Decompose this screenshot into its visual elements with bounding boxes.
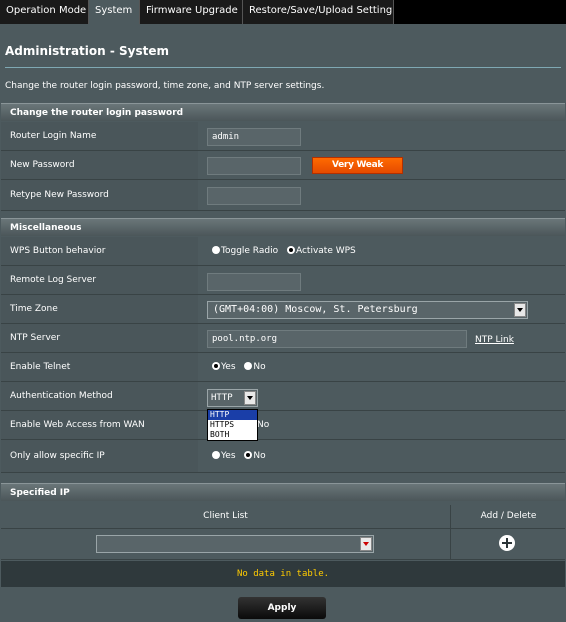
tab-system[interactable]: System xyxy=(89,0,140,24)
row-timezone: Time Zone (GMT+04:00) Moscow, St. Peters… xyxy=(1,295,565,324)
row-wan-access: Enable Web Access from WAN No xyxy=(1,411,565,440)
auth-option-both[interactable]: BOTH xyxy=(208,430,257,440)
ntp-link[interactable]: NTP Link xyxy=(475,335,514,345)
specific-ip-label: Only allow specific IP xyxy=(1,440,198,472)
add-icon[interactable] xyxy=(499,535,515,551)
specific-ip-radio-group: Yes No xyxy=(212,440,272,472)
specific-ip-no-label: No xyxy=(253,451,266,461)
telnet-no-radio[interactable] xyxy=(244,362,253,370)
remote-log-label: Remote Log Server xyxy=(1,266,198,294)
page-title: Administration - System xyxy=(5,44,170,58)
ntp-label: NTP Server xyxy=(1,324,198,352)
tab-firmware-upgrade[interactable]: Firmware Upgrade xyxy=(140,0,243,24)
col-add-delete: Add / Delete xyxy=(480,511,537,521)
tab-bar: Operation Mode System Firmware Upgrade R… xyxy=(0,0,566,24)
login-name-label: Router Login Name xyxy=(1,122,198,150)
chevron-down-icon xyxy=(244,391,256,405)
telnet-label: Enable Telnet xyxy=(1,353,198,381)
telnet-yes-label: Yes xyxy=(221,362,236,372)
wps-activate-radio[interactable] xyxy=(286,246,295,254)
auth-option-http[interactable]: HTTP xyxy=(208,410,257,420)
apply-button[interactable]: Apply xyxy=(238,597,326,619)
wps-toggle-label: Toggle Radio xyxy=(221,246,279,256)
row-retype-password: Retype New Password xyxy=(1,180,565,211)
col-client-list: Client List xyxy=(1,505,451,528)
retype-password-input[interactable] xyxy=(207,187,301,205)
wan-access-no-label: No xyxy=(257,420,270,430)
row-new-password: New Password Very Weak xyxy=(1,151,565,180)
retype-password-label: Retype New Password xyxy=(1,180,198,210)
auth-option-https[interactable]: HTTPS xyxy=(208,420,257,430)
client-input-row xyxy=(1,529,565,560)
specific-ip-no-radio[interactable] xyxy=(244,451,253,459)
client-table-header: Client List Add / Delete xyxy=(1,505,565,529)
client-list-select[interactable] xyxy=(96,535,374,553)
section-header-misc: Miscellaneous xyxy=(1,218,565,236)
chevron-down-icon xyxy=(360,537,372,551)
row-remote-log: Remote Log Server xyxy=(1,266,565,295)
wps-activate-label: Activate WPS xyxy=(295,246,356,256)
page-description: Change the router login password, time z… xyxy=(5,81,325,91)
wan-access-label: Enable Web Access from WAN xyxy=(1,411,198,439)
login-name-input[interactable]: admin xyxy=(207,128,301,146)
new-password-input[interactable] xyxy=(207,157,301,175)
row-telnet: Enable Telnet Yes No xyxy=(1,353,565,382)
row-specific-ip: Only allow specific IP Yes No xyxy=(1,440,565,473)
ntp-input[interactable]: pool.ntp.org xyxy=(207,330,467,348)
password-strength-badge: Very Weak xyxy=(312,157,403,174)
tab-operation-mode[interactable]: Operation Mode xyxy=(0,0,89,24)
telnet-no-label: No xyxy=(253,362,266,372)
specific-ip-yes-label: Yes xyxy=(221,451,236,461)
auth-method-value: HTTP xyxy=(211,393,233,403)
auth-method-label: Authentication Method xyxy=(1,382,198,410)
auth-method-select[interactable]: HTTP xyxy=(207,389,258,407)
title-divider xyxy=(5,67,561,68)
row-auth-method: Authentication Method HTTP xyxy=(1,382,565,411)
section-header-specified-ip: Specified IP xyxy=(1,483,565,501)
timezone-label: Time Zone xyxy=(1,295,198,323)
row-login-name: Router Login Name admin xyxy=(1,122,565,151)
new-password-label: New Password xyxy=(1,151,198,179)
chevron-down-icon xyxy=(514,303,526,317)
row-wps: WPS Button behavior Toggle Radio Activat… xyxy=(1,237,565,266)
remote-log-input[interactable] xyxy=(207,273,301,291)
row-ntp: NTP Server pool.ntp.org NTP Link xyxy=(1,324,565,353)
empty-table-message: No data in table. xyxy=(1,561,565,587)
telnet-radio-group: Yes No xyxy=(212,353,272,381)
wan-access-radio-group: No xyxy=(257,411,275,439)
wps-toggle-radio[interactable] xyxy=(212,246,220,254)
auth-method-dropdown-list: HTTP HTTPS BOTH xyxy=(207,409,258,441)
tab-restore-save-upload[interactable]: Restore/Save/Upload Setting xyxy=(243,0,394,24)
telnet-yes-radio[interactable] xyxy=(212,362,220,370)
wps-radio-group: Toggle Radio Activate WPS xyxy=(212,237,362,265)
timezone-select[interactable]: (GMT+04:00) Moscow, St. Petersburg xyxy=(207,301,528,319)
specific-ip-yes-radio[interactable] xyxy=(212,451,220,459)
wps-label: WPS Button behavior xyxy=(1,237,198,265)
section-header-login: Change the router login password xyxy=(1,103,565,121)
timezone-value: (GMT+04:00) Moscow, St. Petersburg xyxy=(213,304,418,315)
